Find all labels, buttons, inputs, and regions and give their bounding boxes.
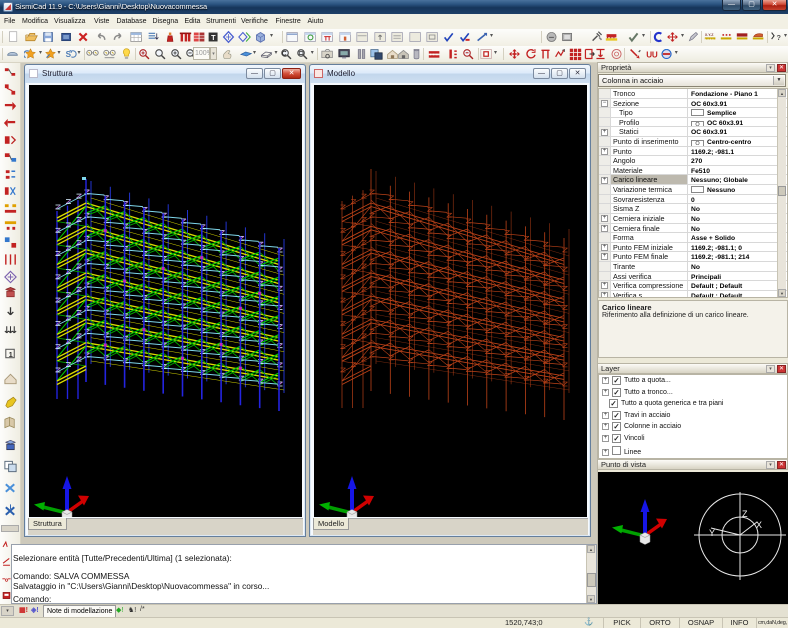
svg-text:T: T xyxy=(211,33,216,42)
svg-text:U: U xyxy=(652,51,658,60)
svg-text:X: X xyxy=(756,520,762,530)
svg-text:1: 1 xyxy=(9,350,13,359)
svg-text:Y: Y xyxy=(709,528,715,538)
svg-text:X.Y.Z: X.Y.Z xyxy=(705,33,714,37)
svg-text:Z: Z xyxy=(742,509,748,519)
svg-text:?: ? xyxy=(777,33,782,42)
